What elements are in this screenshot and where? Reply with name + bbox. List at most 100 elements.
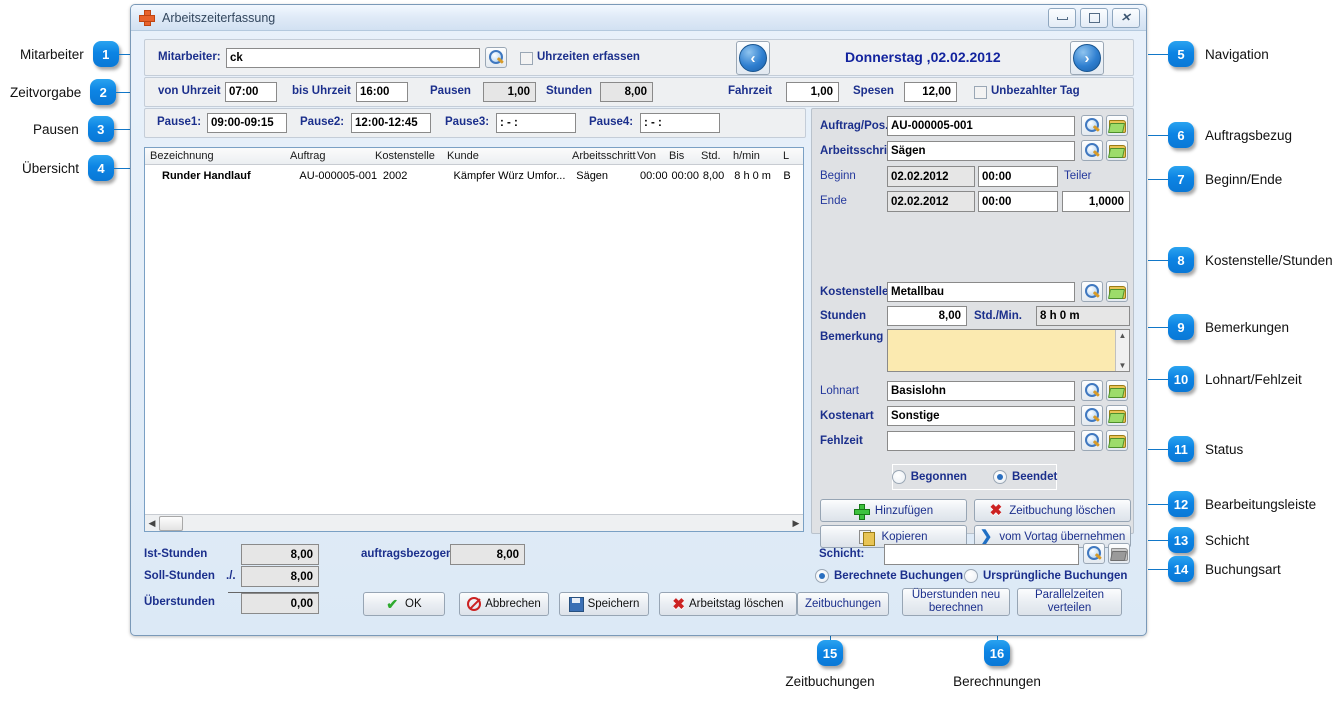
annotation-5-label: Navigation [1205, 46, 1269, 62]
break2-input[interactable]: 12:00-12:45 [351, 113, 431, 133]
annotation-2-bubble: 2 [90, 79, 117, 105]
annotation-4-bubble: 4 [88, 155, 115, 181]
status-finished-option[interactable]: Beendet [992, 470, 1057, 484]
booking-type-original-label: Ursprüngliche Buchungen [983, 570, 1128, 582]
actual-hours-label: Ist-Stunden [144, 548, 208, 560]
wagetype-open-button[interactable] [1106, 380, 1128, 401]
annotation-6-label: Auftragsbezug [1205, 127, 1293, 143]
travel-time-input[interactable]: 1,00 [786, 82, 839, 102]
magnifier-icon [1084, 433, 1100, 448]
divider-input[interactable]: 1,0000 [1062, 191, 1130, 212]
annotation-9: 9 Bemerkungen [1148, 314, 1289, 340]
costcenter-open-button[interactable] [1106, 281, 1128, 302]
distribute-parallel-times-button[interactable]: Parallelzeiten verteilen [1017, 588, 1122, 616]
break1-label: Pause1: [157, 116, 202, 128]
end-time-field[interactable]: 00:00 [978, 191, 1058, 212]
bookings-grid[interactable]: Bezeichnung Auftrag Kostenstelle Kunde A… [144, 147, 804, 532]
absence-search-button[interactable] [1081, 430, 1103, 451]
scroll-right-icon[interactable]: ▶ [789, 518, 803, 529]
costtype-open-button[interactable] [1106, 405, 1128, 426]
absence-input[interactable] [887, 431, 1075, 451]
detail-hours-input[interactable]: 8,00 [887, 306, 967, 326]
workstep-open-button[interactable] [1106, 140, 1128, 161]
scroll-left-icon[interactable]: ◀ [145, 518, 159, 529]
prev-day-button[interactable]: ‹ [736, 41, 770, 75]
order-value: AU-000005-001 [891, 120, 973, 132]
shift-folder-button[interactable] [1108, 543, 1130, 564]
add-button[interactable]: Hinzufügen [820, 499, 967, 522]
green-plus-icon [853, 503, 870, 520]
status-started-option[interactable]: Begonnen [891, 470, 967, 484]
annotation-6-leader [1148, 134, 1168, 136]
employee-value: ck [230, 52, 243, 64]
scrollbar-thumb[interactable] [159, 516, 183, 531]
delete-workday-button[interactable]: ✖ Arbeitstag löschen [659, 592, 797, 616]
workstep-value: Sägen [891, 145, 926, 157]
close-button[interactable]: ✕ [1112, 8, 1140, 28]
begin-date-field[interactable]: 02.02.2012 [887, 166, 975, 187]
employee-search-button[interactable] [485, 47, 507, 68]
shift-search-button[interactable] [1083, 543, 1105, 564]
to-time-input[interactable]: 16:00 [356, 82, 408, 102]
costcenter-input[interactable]: Metallbau [887, 282, 1075, 302]
status-group: Begonnen Beendet [891, 464, 1057, 490]
from-time-input[interactable]: 07:00 [225, 82, 277, 102]
unpaid-day-checkbox[interactable] [974, 86, 987, 101]
remark-textarea[interactable]: ▲ ▼ [887, 329, 1130, 372]
expenses-value: 12,00 [922, 86, 951, 98]
costtype-input[interactable]: Sonstige [887, 406, 1075, 426]
begin-time-field[interactable]: 00:00 [978, 166, 1058, 187]
add-button-label: Hinzufügen [874, 504, 934, 517]
annotation-8-leader [1148, 259, 1168, 261]
minus-sign: ./. [226, 570, 236, 582]
recalc-overtime-button[interactable]: Überstunden neu berechnen [902, 588, 1010, 616]
minimize-button[interactable] [1048, 8, 1076, 28]
workstep-search-button[interactable] [1081, 140, 1103, 161]
app-plus-icon [138, 9, 156, 27]
order-open-button[interactable] [1106, 115, 1128, 136]
magnifier-icon [1086, 546, 1102, 561]
employee-label: Mitarbeiter: [158, 51, 221, 63]
bookings-button[interactable]: Zeitbuchungen [797, 592, 889, 616]
travel-time-label: Fahrzeit [728, 85, 773, 97]
grid-horizontal-scrollbar[interactable]: ◀ ▶ [145, 514, 803, 531]
cancel-button[interactable]: Abbrechen [459, 592, 549, 616]
grid-col-auftrag: Auftrag [290, 150, 326, 162]
next-day-button[interactable]: › [1070, 41, 1104, 75]
break4-input[interactable]: : - : [640, 113, 720, 133]
order-search-button[interactable] [1081, 115, 1103, 136]
save-button[interactable]: Speichern [559, 592, 649, 616]
status-started-label: Begonnen [910, 471, 967, 483]
break3-input[interactable]: : - : [496, 113, 576, 133]
folder-icon [1107, 434, 1126, 448]
table-row[interactable]: Runder Handlauf AU-000005-001 2002 Kämpf… [145, 168, 803, 184]
delete-booking-button[interactable]: ✖ Zeitbuchung löschen [974, 499, 1131, 522]
radio-started-icon [891, 470, 906, 484]
annotation-3-label: Pausen [33, 121, 79, 137]
costcenter-search-button[interactable] [1081, 281, 1103, 302]
hours-total-value: 8,00 [624, 86, 647, 98]
end-date-field[interactable]: 02.02.2012 [887, 191, 975, 212]
employee-input[interactable]: ck [226, 48, 480, 68]
cell-auftrag: AU-000005-001 [299, 170, 378, 182]
absence-open-button[interactable] [1106, 430, 1128, 451]
remark-scrollbar[interactable]: ▲ ▼ [1115, 330, 1129, 371]
wagetype-search-button[interactable] [1081, 380, 1103, 401]
workstep-input[interactable]: Sägen [887, 141, 1075, 161]
ok-button[interactable]: ✔ OK [363, 592, 445, 616]
annotation-11-bubble: 11 [1168, 436, 1194, 462]
shift-input[interactable] [884, 544, 1079, 565]
annotation-16-bubble: 16 [984, 640, 1010, 666]
maximize-button[interactable] [1080, 8, 1108, 28]
order-input[interactable]: AU-000005-001 [887, 116, 1075, 136]
radio-original-icon [964, 569, 978, 583]
expenses-input[interactable]: 12,00 [904, 82, 957, 102]
capture-times-checkbox[interactable] [520, 52, 533, 67]
booking-type-original-option[interactable]: Ursprüngliche Buchungen [964, 569, 1127, 583]
booking-type-calculated-option[interactable]: Berechnete Buchungen [815, 569, 963, 583]
costtype-search-button[interactable] [1081, 405, 1103, 426]
break1-input[interactable]: 09:00-09:15 [207, 113, 287, 133]
break3-value: : - : [500, 117, 518, 129]
wagetype-input[interactable]: Basislohn [887, 381, 1075, 401]
wagetype-value: Basislohn [891, 385, 946, 397]
